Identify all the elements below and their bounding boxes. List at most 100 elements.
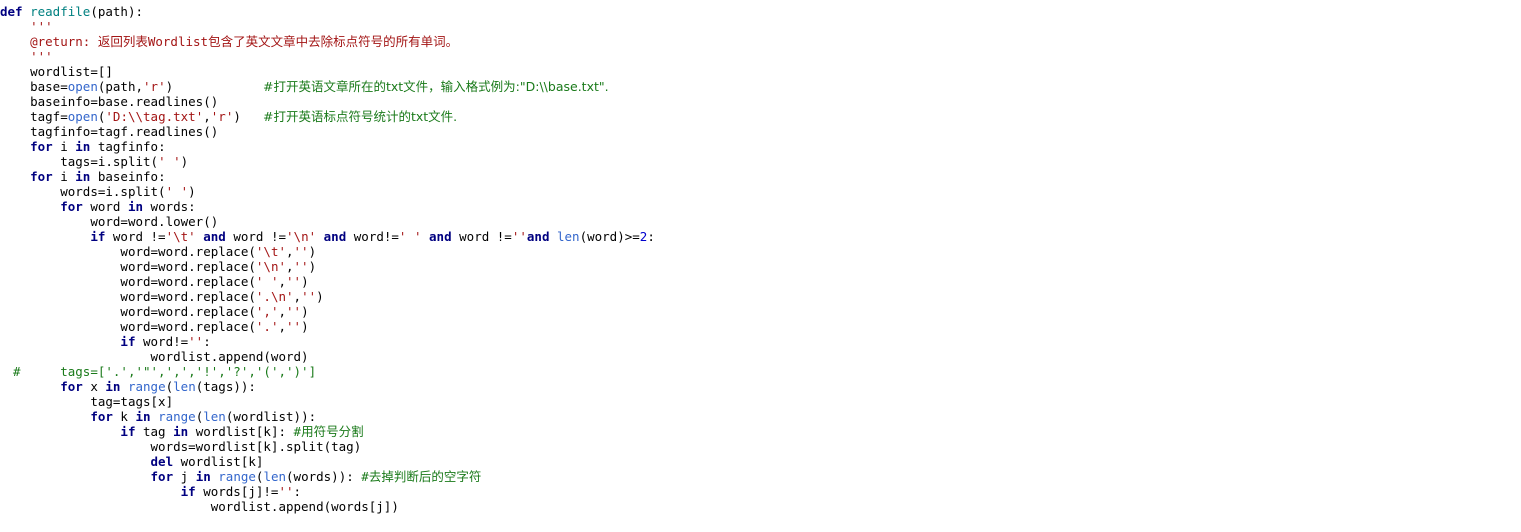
- code-token-plain: word=word.replace(: [120, 304, 256, 319]
- code-line: tagf=open('D:\\tag.txt','r') #打开英语标点符号统计的…: [0, 109, 1521, 124]
- trailing-comment: #打开英语文章所在的txt文件，输入格式例为:"D:\\base.txt".: [263, 79, 609, 94]
- code-line: for k in range(len(wordlist)):: [0, 409, 1521, 424]
- code-line: word=word.replace('\t',''): [0, 244, 1521, 259]
- code-token-str: '\n': [286, 229, 317, 244]
- code-token-kw: and: [316, 229, 354, 244]
- code-token-str: '': [511, 229, 527, 244]
- code-token-str: '': [188, 334, 204, 349]
- code-line: # tags=['.','"',',','!','?','(',')']: [0, 364, 1521, 379]
- code-token-builtin: len: [203, 409, 226, 424]
- code-line: base=open(path,'r') #打开英语文章所在的txt文件，输入格式例…: [0, 79, 1521, 94]
- code-token-plain: ): [233, 109, 241, 124]
- code-block[interactable]: def readfile(path): ''' @return: 返回列表Wor…: [0, 4, 1521, 514]
- code-token-plain: (path,: [97, 79, 144, 94]
- code-token-str: '': [278, 484, 294, 499]
- code-token-cmt-cn: 去掉判断后的空字符: [368, 469, 482, 484]
- code-line: if tag in wordlist[k]: #用符号分割: [0, 424, 1521, 439]
- code-token-plain: :: [293, 484, 302, 499]
- code-line: @return: 返回列表Wordlist包含了英文文章中去除标点符号的所有单词…: [0, 34, 1521, 49]
- code-token-plain: ): [316, 289, 324, 304]
- code-token-plain: word=word.lower(): [90, 214, 219, 229]
- code-token-cmt: #: [361, 469, 369, 484]
- code-token-kw: in: [75, 169, 98, 184]
- code-line: tagfinfo=tagf.readlines(): [0, 124, 1521, 139]
- code-token-plain: words=wordlist[k].split(tag): [150, 439, 362, 454]
- code-token-kw: for: [30, 169, 61, 184]
- code-token-plain: ,: [203, 109, 211, 124]
- code-token-builtin: open: [67, 79, 98, 94]
- code-token-kw: and: [195, 229, 234, 244]
- code-token-plain: ,: [293, 289, 302, 304]
- code-token-builtin: len: [173, 379, 196, 394]
- code-token-kw: if: [180, 484, 204, 499]
- code-token-plain: wordlist.append(word): [150, 349, 309, 364]
- code-token-plain: words[j]!=: [203, 484, 279, 499]
- code-token-str: 'r': [143, 79, 166, 94]
- code-token-doc: Wordlist: [147, 34, 209, 49]
- code-token-plain: ): [301, 304, 309, 319]
- code-token-cmt: '.','"',',','!','?','(',')': [105, 364, 309, 379]
- code-token-fn: readfile: [30, 4, 91, 19]
- code-token-plain: wordlist=[]: [30, 64, 113, 79]
- code-token-str: '\t': [255, 244, 286, 259]
- code-token-builtin: range: [127, 379, 166, 394]
- code-token-str: 'r': [210, 109, 234, 124]
- code-token-plain: (tags)):: [195, 379, 256, 394]
- code-token-str: '': [286, 319, 302, 334]
- code-token-doc: ''': [30, 19, 53, 34]
- code-token-kw: in: [195, 469, 219, 484]
- code-line: word=word.replace('.\n',''): [0, 289, 1521, 304]
- code-token-plain: baseinfo=base.readlines(): [30, 94, 219, 109]
- code-token-plain: words=i.split(: [60, 184, 166, 199]
- code-token-str: '': [293, 244, 309, 259]
- code-token-str: '.': [255, 319, 279, 334]
- code-line: for x in range(len(tags)):: [0, 379, 1521, 394]
- code-token-plain: j: [180, 469, 196, 484]
- code-line: words=i.split(' '): [0, 184, 1521, 199]
- code-token-kw: in: [105, 379, 128, 394]
- code-token-plain: k: [120, 409, 136, 424]
- code-line: for i in tagfinfo:: [0, 139, 1521, 154]
- code-line: if word !='\t' and word !='\n' and word!…: [0, 229, 1521, 244]
- code-token-plain: word !=: [112, 229, 166, 244]
- code-token-doc-cn: 返回列表: [97, 34, 148, 49]
- code-token-str: ' ': [255, 274, 279, 289]
- code-token-kw: del: [150, 454, 181, 469]
- code-line: word=word.lower(): [0, 214, 1521, 229]
- code-line: tags=i.split(' '): [0, 154, 1521, 169]
- code-token-cmt: ]: [308, 364, 317, 379]
- code-listing-page: def readfile(path): ''' @return: 返回列表Wor…: [0, 0, 1521, 532]
- code-token-plain: base=: [30, 79, 68, 94]
- code-line: words=wordlist[k].split(tag): [0, 439, 1521, 454]
- code-token-plain: word=word.replace(: [120, 259, 256, 274]
- code-line: baseinfo=base.readlines(): [0, 94, 1521, 109]
- code-token-plain: word=word.replace(: [120, 274, 256, 289]
- code-token-plain: wordlist[k]: [180, 454, 264, 469]
- code-line: if words[j]!='':: [0, 484, 1521, 499]
- code-token-plain: ,: [286, 244, 294, 259]
- code-token-kw: and: [421, 229, 460, 244]
- code-line: tag=tags[x]: [0, 394, 1521, 409]
- code-token-plain: tag: [143, 424, 174, 439]
- code-token-plain: ): [308, 259, 317, 274]
- comment-hash-marker: #: [13, 364, 21, 379]
- code-token-plain: word=word.replace(: [120, 289, 256, 304]
- code-token-builtin: len: [263, 469, 287, 484]
- code-token-plain: ): [301, 274, 309, 289]
- code-token-kw: in: [127, 199, 151, 214]
- code-token-plain: ,: [278, 319, 286, 334]
- code-token-kw: if: [120, 334, 143, 349]
- code-token-doc: ''': [30, 49, 53, 64]
